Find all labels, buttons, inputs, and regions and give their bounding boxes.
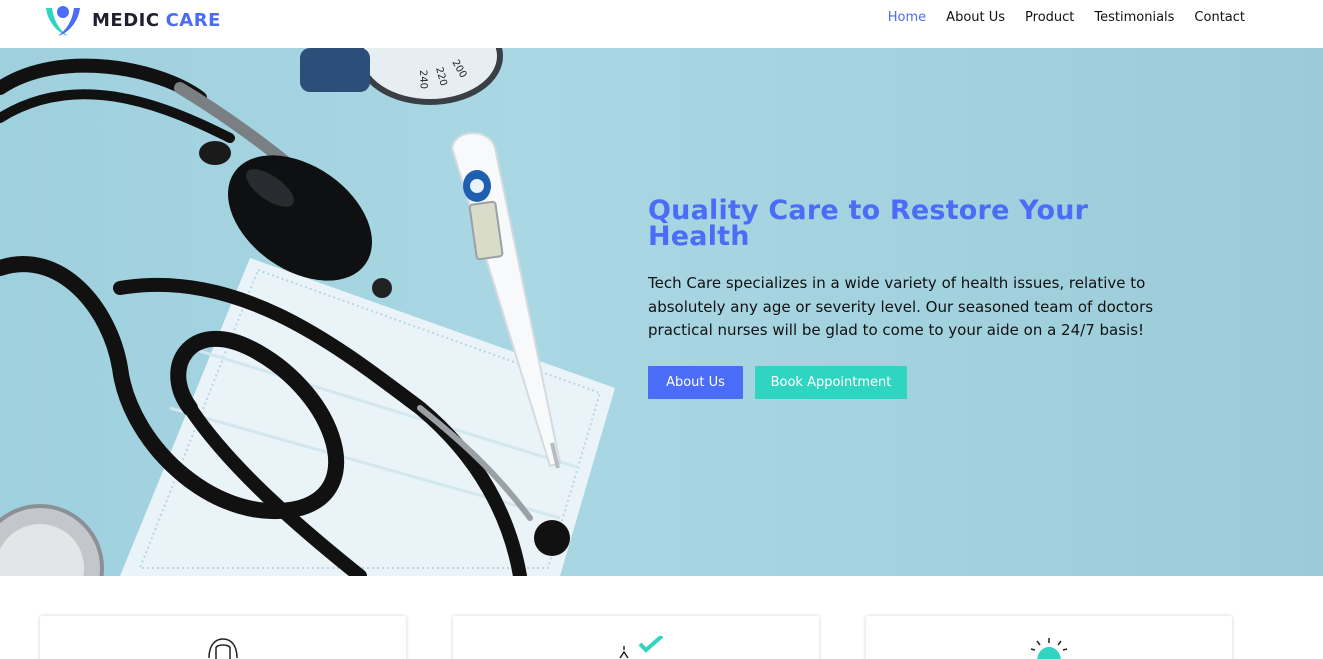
checkmark-icon — [606, 634, 666, 659]
feature-card[interactable] — [866, 616, 1232, 659]
main-nav: Home About Us Product Testimonials Conta… — [868, 10, 1245, 26]
hero-section: 200 220 240 Quality Care to Restore Your… — [0, 48, 1323, 576]
brand-name-part1: MEDIC — [92, 9, 160, 31]
medic-care-logo-icon — [42, 0, 84, 40]
hero-title: Quality Care to Restore Your Health — [648, 195, 1089, 252]
nav-item-home[interactable]: Home — [888, 10, 926, 26]
hero-description: Tech Care specializes in a wide variety … — [648, 274, 1154, 339]
gauge-label-240: 240 — [417, 70, 429, 89]
book-appointment-button[interactable]: Book Appointment — [755, 365, 907, 399]
hero-content: Quality Care to Restore Your Health Tech… — [648, 195, 1168, 399]
brand-name-part2: CARE — [165, 9, 221, 31]
nav-item-product[interactable]: Product — [1025, 10, 1074, 26]
feature-card[interactable] — [40, 616, 406, 659]
lightbulb-icon — [1029, 636, 1069, 659]
nav-item-testimonials[interactable]: Testimonials — [1094, 10, 1174, 26]
nav-item-about-us[interactable]: About Us — [946, 10, 1005, 26]
feature-card[interactable] — [453, 616, 819, 659]
nav-item-contact[interactable]: Contact — [1194, 10, 1245, 26]
brand-logo[interactable]: MEDIC CARE — [42, 0, 221, 40]
doctor-icon — [206, 636, 240, 659]
bp-gauge-illustration: 200 220 240 — [300, 48, 503, 105]
hero-medical-image: 200 220 240 — [0, 48, 615, 576]
site-header: MEDIC CARE Home About Us Product Testimon… — [0, 0, 1323, 48]
features-section — [0, 576, 1323, 659]
hero-buttons: About Us Book Appointment — [648, 365, 1168, 399]
about-us-button[interactable]: About Us — [648, 365, 743, 399]
brand-name: MEDIC CARE — [92, 10, 221, 31]
